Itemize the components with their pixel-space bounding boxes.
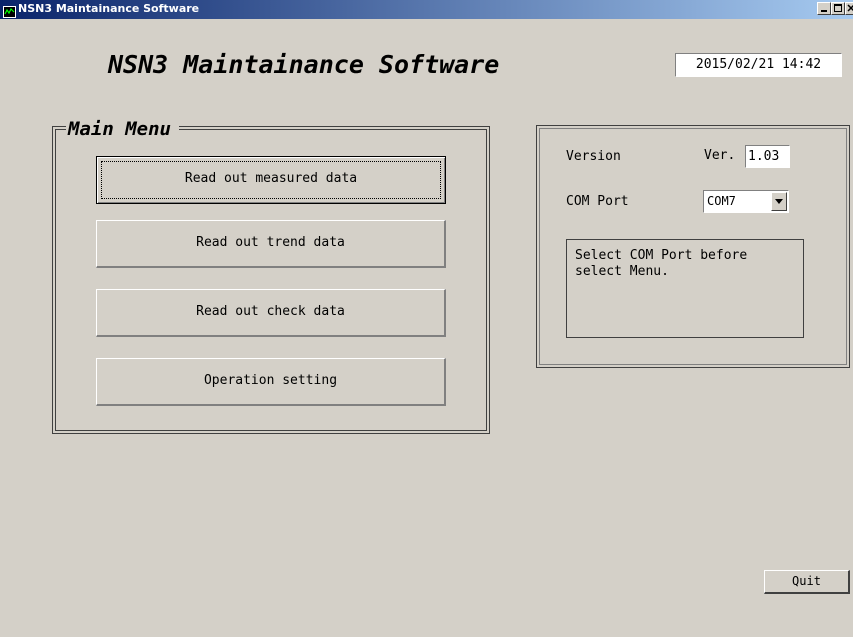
datetime-display: 2015/02/21 14:42: [675, 53, 842, 77]
minimize-icon: [821, 10, 827, 12]
maximize-icon: [834, 4, 842, 12]
window-titlebar[interactable]: NSN3 Maintainance Software: [0, 0, 853, 19]
app-title: NSN3 Maintainance Software: [108, 50, 500, 79]
read-trend-data-label: Read out trend data: [196, 235, 345, 250]
quit-button[interactable]: Quit: [764, 570, 850, 594]
version-label: Version: [566, 149, 621, 164]
read-measured-data-button[interactable]: Read out measured data: [96, 156, 446, 204]
com-port-value: COM7: [707, 194, 736, 208]
read-measured-data-label: Read out measured data: [184, 171, 358, 186]
read-trend-data-button[interactable]: Read out trend data: [96, 220, 446, 268]
minimize-button[interactable]: [817, 2, 831, 15]
status-message: Select COM Port before select Menu.: [575, 248, 748, 279]
operation-setting-label: Operation setting: [203, 373, 338, 388]
read-check-data-button[interactable]: Read out check data: [96, 289, 446, 337]
app-icon: [3, 3, 16, 18]
com-port-select[interactable]: COM7: [703, 190, 789, 213]
read-check-data-label: Read out check data: [196, 304, 345, 319]
close-button[interactable]: [845, 2, 853, 15]
dropdown-button[interactable]: [771, 192, 787, 211]
operation-setting-button[interactable]: Operation setting: [96, 358, 446, 406]
chevron-down-icon: [775, 199, 783, 204]
main-menu-label: Main Menu: [66, 118, 179, 140]
close-icon: [847, 4, 853, 12]
message-box: Select COM Port before select Menu.: [566, 239, 804, 338]
maximize-button[interactable]: [831, 2, 845, 15]
window-title: NSN3 Maintainance Software: [18, 2, 200, 15]
com-port-label: COM Port: [566, 194, 629, 209]
version-field: 1.03: [745, 145, 790, 168]
version-prefix: Ver.: [704, 148, 736, 163]
